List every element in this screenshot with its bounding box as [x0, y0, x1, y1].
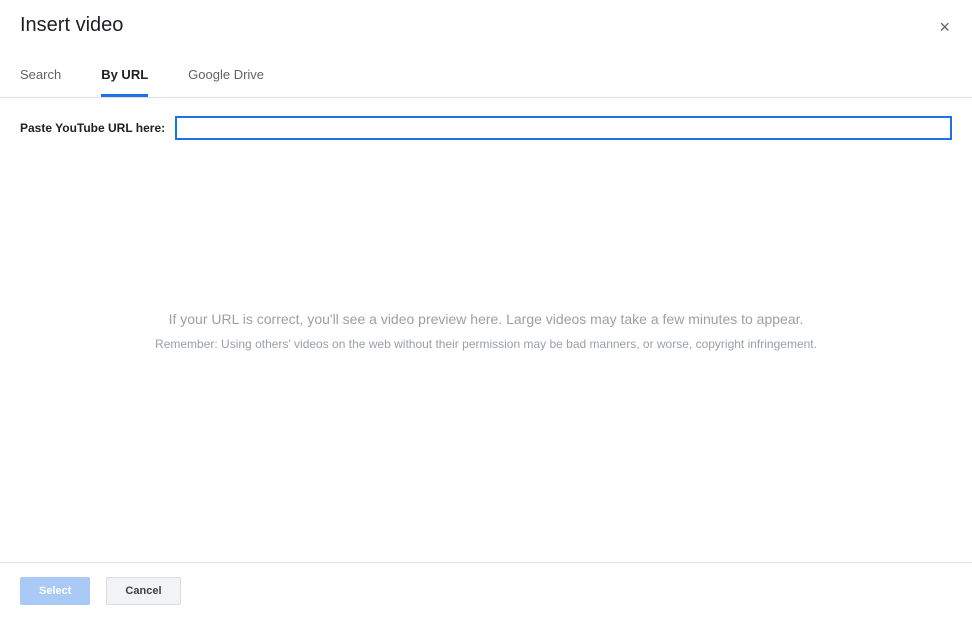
preview-hint-primary: If your URL is correct, you'll see a vid…: [169, 311, 804, 327]
insert-video-dialog: Insert video × Search By URL Google Driv…: [0, 0, 972, 619]
dialog-footer: Select Cancel: [0, 562, 972, 619]
cancel-button[interactable]: Cancel: [106, 577, 180, 605]
tab-search[interactable]: Search: [20, 57, 61, 97]
content-area: Paste YouTube URL here: If your URL is c…: [0, 98, 972, 562]
tab-google-drive[interactable]: Google Drive: [188, 57, 264, 97]
close-button[interactable]: ×: [935, 14, 954, 40]
preview-hint-secondary: Remember: Using others' videos on the we…: [155, 337, 817, 351]
tab-by-url[interactable]: By URL: [101, 57, 148, 97]
tabs-bar: Search By URL Google Drive: [0, 57, 972, 98]
select-button[interactable]: Select: [20, 577, 90, 605]
preview-area: If your URL is correct, you'll see a vid…: [20, 100, 952, 562]
dialog-title: Insert video: [20, 14, 952, 37]
dialog-header: Insert video × Search By URL Google Driv…: [0, 0, 972, 98]
